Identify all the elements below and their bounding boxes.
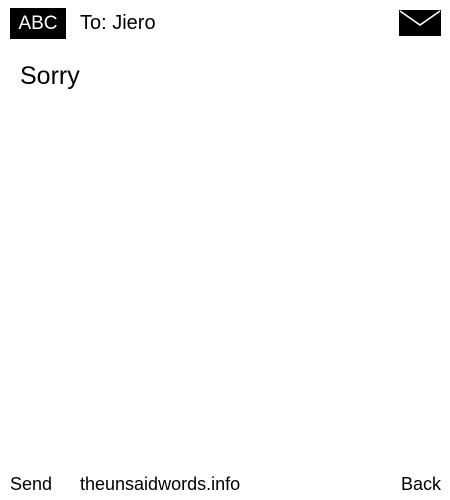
message-text[interactable]: Sorry <box>20 60 430 92</box>
send-softkey[interactable]: Send <box>10 472 52 496</box>
input-mode-indicator: ABC <box>10 8 66 39</box>
back-softkey[interactable]: Back <box>401 472 441 496</box>
recipient-label: To: Jiero <box>80 12 156 34</box>
website-label: theunsaidwords.info <box>80 474 241 494</box>
envelope-icon <box>399 10 441 36</box>
